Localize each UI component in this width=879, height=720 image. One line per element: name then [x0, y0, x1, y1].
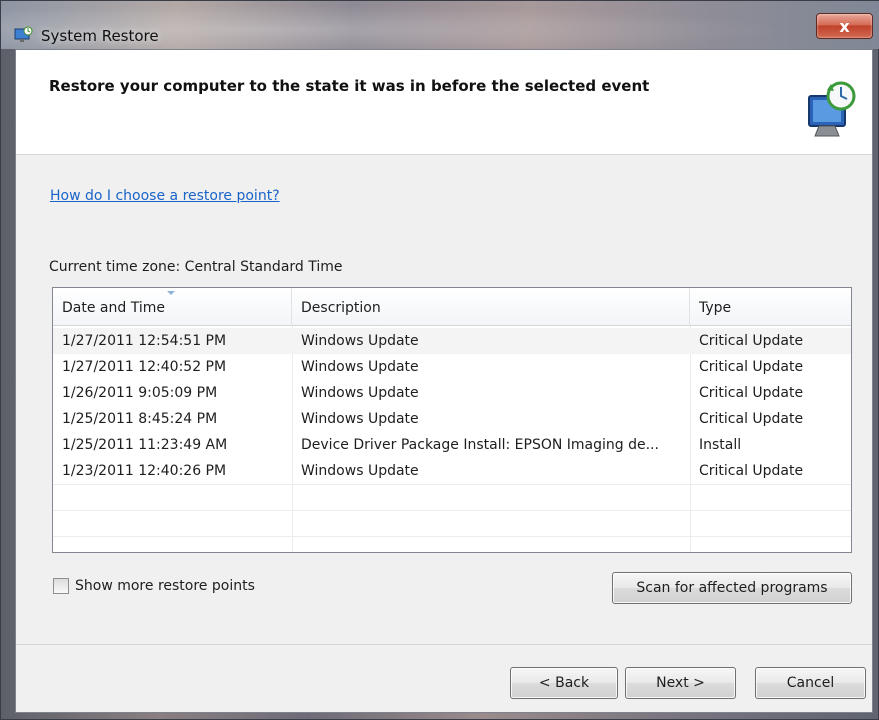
divider	[16, 644, 872, 645]
close-button[interactable]: x	[816, 13, 873, 39]
restore-computer-icon	[808, 81, 856, 137]
back-button[interactable]: < Back	[510, 667, 618, 699]
table-header: Date and Time Description Type	[53, 288, 851, 326]
show-more-checkbox[interactable]	[53, 578, 69, 594]
page-title: Restore your computer to the state it wa…	[49, 77, 650, 95]
table-row[interactable]: 1/23/2011 12:40:26 PM Windows Update Cri…	[53, 458, 851, 484]
show-more-restore-points[interactable]: Show more restore points	[53, 578, 255, 594]
next-button[interactable]: Next >	[625, 667, 736, 699]
cell-date: 1/26/2011 9:05:09 PM	[62, 385, 218, 401]
cell-date: 1/27/2011 12:40:52 PM	[62, 359, 227, 375]
restore-points-table[interactable]: Date and Time Description Type 1/27/2011…	[52, 287, 852, 553]
cell-type: Critical Update	[699, 333, 804, 349]
cell-type: Critical Update	[699, 359, 804, 375]
column-header-date-label: Date and Time	[62, 300, 165, 316]
header-panel: Restore your computer to the state it wa…	[16, 50, 872, 155]
scan-affected-programs-button[interactable]: Scan for affected programs	[612, 572, 852, 604]
cell-type: Critical Update	[699, 463, 804, 479]
table-row[interactable]: 1/25/2011 8:45:24 PM Windows Update Crit…	[53, 406, 851, 432]
table-row[interactable]: 1/27/2011 12:40:52 PM Windows Update Cri…	[53, 354, 851, 380]
cell-description: Windows Update	[301, 359, 419, 375]
column-header-date[interactable]: Date and Time	[53, 288, 292, 326]
cancel-button[interactable]: Cancel	[755, 667, 866, 699]
table-body: 1/27/2011 12:54:51 PM Windows Update Cri…	[53, 328, 851, 484]
cell-date: 1/23/2011 12:40:26 PM	[62, 463, 227, 479]
timezone-label: Current time zone: Central Standard Time	[49, 259, 343, 275]
show-more-label: Show more restore points	[75, 578, 255, 594]
window-title: System Restore	[41, 27, 159, 45]
cell-type: Critical Update	[699, 385, 804, 401]
cell-description: Windows Update	[301, 333, 419, 349]
cell-type: Install	[699, 437, 742, 453]
grid-line	[53, 536, 851, 537]
cell-description: Windows Update	[301, 411, 419, 427]
sort-arrow-icon	[167, 291, 175, 295]
table-row[interactable]: 1/27/2011 12:54:51 PM Windows Update Cri…	[53, 328, 851, 354]
grid-line	[53, 510, 851, 511]
cell-description: Device Driver Package Install: EPSON Ima…	[301, 437, 659, 453]
column-header-description[interactable]: Description	[292, 288, 690, 326]
cell-date: 1/25/2011 11:23:49 AM	[62, 437, 228, 453]
help-link[interactable]: How do I choose a restore point?	[50, 188, 280, 204]
cell-description: Windows Update	[301, 385, 419, 401]
dialog-content: Restore your computer to the state it wa…	[15, 49, 873, 713]
cell-date: 1/25/2011 8:45:24 PM	[62, 411, 218, 427]
system-restore-icon	[14, 26, 33, 42]
cell-type: Critical Update	[699, 411, 804, 427]
title-bar[interactable]: System Restore x	[1, 1, 879, 49]
grid-line	[53, 484, 851, 485]
cell-description: Windows Update	[301, 463, 419, 479]
system-restore-window: System Restore x Restore your computer t…	[0, 0, 879, 720]
column-header-type[interactable]: Type	[690, 288, 851, 326]
table-row[interactable]: 1/26/2011 9:05:09 PM Windows Update Crit…	[53, 380, 851, 406]
cell-date: 1/27/2011 12:54:51 PM	[62, 333, 227, 349]
table-row[interactable]: 1/25/2011 11:23:49 AM Device Driver Pack…	[53, 432, 851, 458]
